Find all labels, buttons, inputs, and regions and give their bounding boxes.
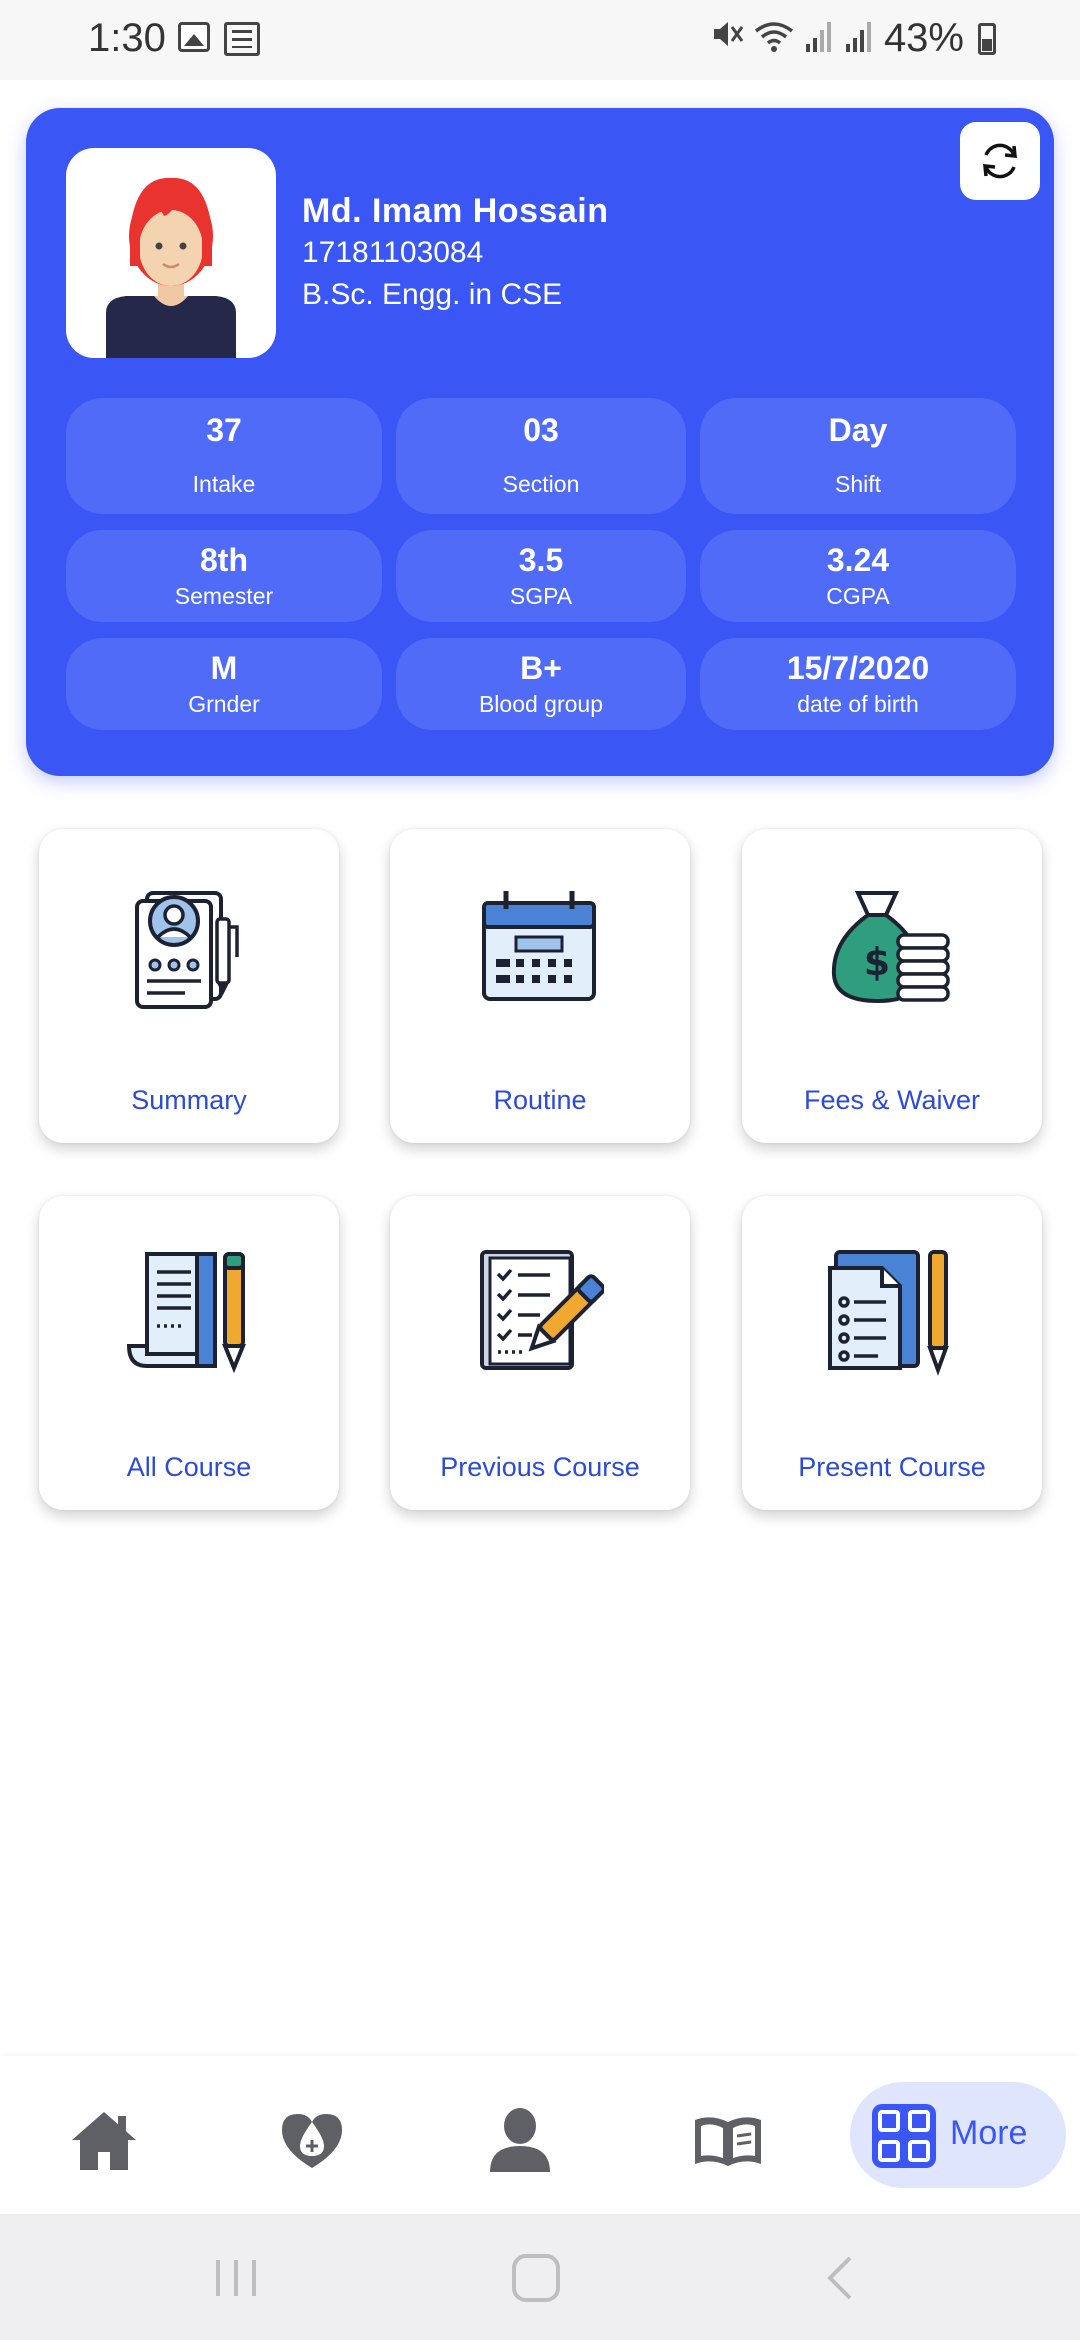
image-icon [178,22,210,52]
nav-blood[interactable] [272,2100,352,2180]
svg-text:$: $ [864,940,890,984]
nav-more[interactable]: More [850,2082,1066,2188]
home-square-icon [512,2254,560,2302]
book-icon [695,2117,761,2166]
stat-intake: 37 Intake [66,398,382,514]
stat-shift: Day Shift [700,398,1016,514]
fees-waiver-tile[interactable]: $ Fees & Waiver [742,829,1042,1143]
student-name: Md. Imam Hossain [302,192,609,230]
summary-tile[interactable]: Summary [39,829,339,1143]
refresh-icon [983,143,1017,179]
stat-value: Day [828,412,888,448]
stat-value: 37 [206,412,242,448]
document-pencil-icon [126,1252,246,1374]
stat-label: CGPA [826,583,890,609]
home-button[interactable] [510,2254,562,2307]
routine-label: Routine [493,1085,587,1115]
stat-value: 03 [523,412,559,448]
status-time: 1:30 [88,16,166,60]
signal-icon [844,20,874,57]
news-icon [224,22,260,56]
stat-sgpa: 3.5 SGPA [396,530,686,622]
recents-button[interactable] [212,2254,260,2307]
stat-label: Blood group [478,691,604,717]
stat-value: 3.5 [518,542,564,578]
stat-blood-group: B+ Blood group [396,638,686,730]
previous-course-tile[interactable]: Previous Course [390,1196,690,1510]
nav-home[interactable] [64,2100,144,2180]
stat-label: Semester [174,583,274,609]
stat-label: date of birth [797,691,919,717]
grid-icon [872,2104,936,2168]
stat-value: B+ [520,650,562,686]
previous-course-label: Previous Course [440,1452,640,1482]
routine-tile[interactable]: Routine [390,829,690,1143]
stat-label: Grnder [188,691,260,717]
nav-profile[interactable] [480,2100,560,2180]
clipboard-list-icon [828,1250,949,1376]
back-icon [827,2256,852,2300]
recents-icon [216,2260,256,2296]
checklist-icon [480,1250,604,1370]
bottom-nav: More [0,2056,1080,2214]
stat-label: Shift [834,471,882,497]
student-department: B.Sc. Engg. in CSE [302,278,563,311]
avatar [66,148,276,358]
back-button[interactable] [820,2254,860,2307]
resume-icon [135,891,239,1009]
user-icon [490,2108,550,2172]
system-nav-bar [0,2214,1080,2340]
stat-date-of-birth: 15/7/2020 date of birth [700,638,1016,730]
stat-value: M [210,650,238,686]
present-course-tile[interactable]: Present Course [742,1196,1042,1510]
calendar-icon [482,891,596,1001]
home-icon [72,2112,136,2170]
stat-semester: 8th Semester [66,530,382,622]
battery-percent: 43% [883,16,964,60]
battery-icon [978,22,996,55]
nav-more-label: More [950,2114,1028,2152]
student-id: 17181103084 [302,236,484,269]
all-course-label: All Course [126,1452,252,1482]
stat-label: Section [502,471,580,497]
stat-gender: M Grnder [66,638,382,730]
stat-value: 15/7/2020 [786,650,930,686]
stat-section: 03 Section [396,398,686,514]
mute-icon [710,17,744,60]
fees-waiver-label: Fees & Waiver [803,1085,981,1115]
stat-label: Intake [192,471,256,497]
status-bar: 1:30 43% [0,0,1080,80]
money-bag-icon: $ [831,891,950,1004]
stat-value: 8th [200,542,248,578]
present-course-label: Present Course [798,1452,986,1482]
blood-drop-icon [282,2114,342,2168]
refresh-button[interactable] [960,122,1040,200]
stat-label: SGPA [509,583,573,609]
summary-label: Summary [131,1085,247,1115]
profile-card: Md. Imam Hossain 17181103084 B.Sc. Engg.… [26,108,1054,776]
stat-value: 3.24 [826,542,890,578]
stat-cgpa: 3.24 CGPA [700,530,1016,622]
wifi-icon [754,19,794,58]
nav-courses[interactable] [688,2100,768,2180]
all-course-tile[interactable]: All Course [39,1196,339,1510]
signal-icon [804,20,834,57]
